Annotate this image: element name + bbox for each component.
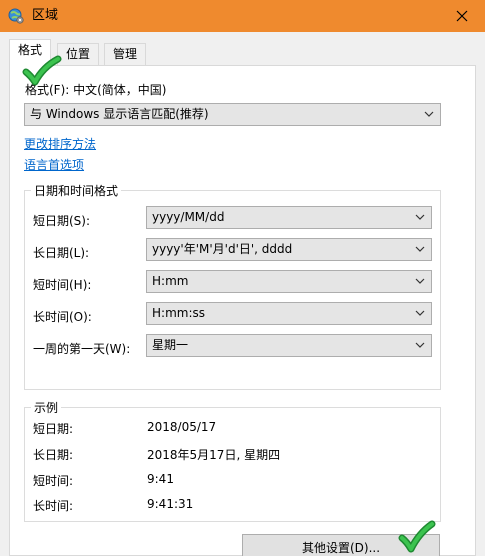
- short-date-value: yyyy/MM/dd: [152, 210, 225, 224]
- short-time-label: 短时间(H):: [33, 278, 92, 292]
- format-select-value: 与 Windows 显示语言匹配(推荐): [30, 107, 209, 121]
- chevron-down-icon: [415, 246, 425, 252]
- window-title: 区域: [32, 8, 59, 23]
- long-date-label: 长日期(L):: [33, 246, 90, 260]
- example-short-date-value: 2018/05/17: [147, 420, 217, 434]
- tab-location[interactable]: 位置: [57, 43, 100, 65]
- long-date-select[interactable]: yyyy'年'M'月'd'日', dddd: [146, 238, 432, 261]
- language-preferences-link[interactable]: 语言首选项: [24, 156, 84, 173]
- long-time-select[interactable]: H:mm:ss: [146, 302, 432, 325]
- example-short-time-value: 9:41: [147, 472, 174, 486]
- globe-settings-icon: [8, 8, 24, 24]
- title-bar: 区域: [0, 0, 485, 32]
- first-day-select[interactable]: 星期一: [146, 334, 432, 357]
- example-short-date-label: 短日期:: [33, 422, 74, 436]
- chevron-down-icon: [415, 342, 425, 348]
- chevron-down-icon: [415, 278, 425, 284]
- example-long-date-value: 2018年5月17日, 星期四: [147, 448, 281, 462]
- example-short-time-label: 短时间:: [33, 474, 74, 488]
- examples-title: 示例: [31, 399, 62, 416]
- first-day-label: 一周的第一天(W):: [33, 342, 131, 356]
- example-long-time-label: 长时间:: [33, 499, 74, 513]
- first-day-value: 星期一: [152, 338, 189, 352]
- chevron-down-icon: [415, 310, 425, 316]
- example-long-date-label: 长日期:: [33, 448, 74, 462]
- checkmark-icon: [22, 55, 62, 86]
- checkmark-icon: [398, 520, 436, 553]
- examples-group: 示例: [24, 399, 441, 522]
- short-date-select[interactable]: yyyy/MM/dd: [146, 206, 432, 229]
- long-date-value: yyyy'年'M'月'd'日', dddd: [152, 242, 293, 256]
- chevron-down-icon: [415, 214, 425, 220]
- chevron-down-icon: [424, 111, 434, 117]
- long-time-value: H:mm:ss: [152, 306, 205, 320]
- format-select[interactable]: 与 Windows 显示语言匹配(推荐): [24, 103, 441, 126]
- close-button[interactable]: [439, 0, 485, 32]
- short-time-select[interactable]: H:mm: [146, 270, 432, 293]
- short-time-value: H:mm: [152, 274, 189, 288]
- long-time-label: 长时间(O):: [33, 310, 92, 324]
- tab-administrative[interactable]: 管理: [104, 43, 147, 65]
- short-date-label: 短日期(S):: [33, 214, 91, 228]
- close-icon: [456, 10, 468, 22]
- change-sort-link[interactable]: 更改排序方法: [24, 135, 96, 152]
- example-long-time-value: 9:41:31: [147, 497, 194, 511]
- datetime-format-title: 日期和时间格式: [31, 182, 122, 199]
